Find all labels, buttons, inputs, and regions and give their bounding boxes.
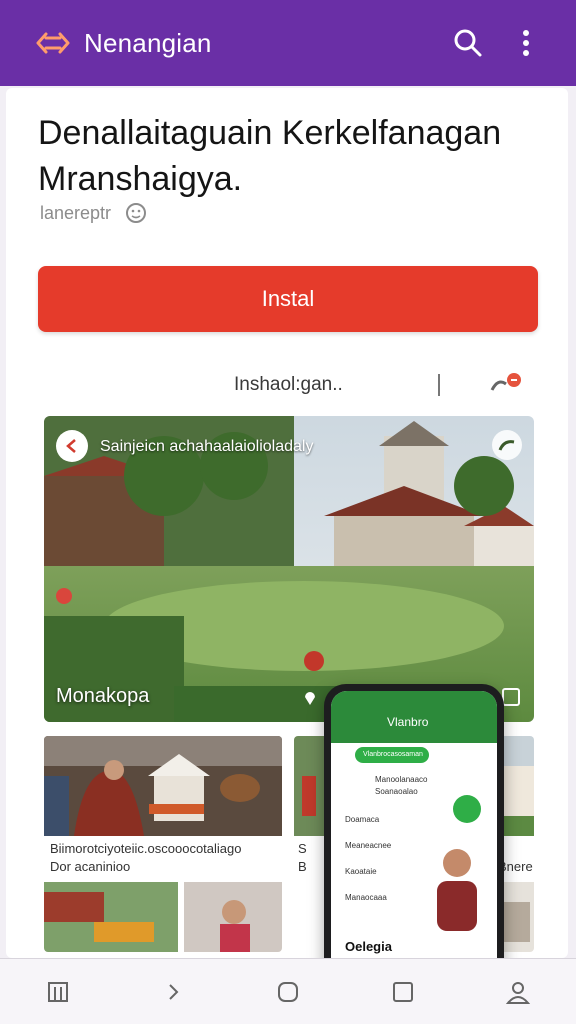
home-circle-icon[interactable] <box>268 972 308 1012</box>
smiley-icon[interactable] <box>125 202 147 224</box>
square-icon[interactable] <box>383 972 423 1012</box>
back-icon[interactable] <box>56 430 88 462</box>
app-bar: Nenangian <box>0 0 576 86</box>
phone-app-bar: Vlanbro <box>331 691 497 743</box>
meta-text: lanereptr <box>40 202 112 223</box>
subrow-divider <box>438 374 440 396</box>
share-badge-icon[interactable] <box>490 370 524 398</box>
share-icon[interactable] <box>492 430 522 460</box>
phone-fab[interactable] <box>453 795 481 823</box>
location-pin-icon <box>302 690 318 706</box>
phone-brand: Oelegia <box>345 939 392 954</box>
phone-row: Manaocaaa <box>345 893 387 902</box>
phone-row: Meaneacnee <box>345 841 392 850</box>
phone-mockup: Vlanbro Vlanbrocasosaman Manoolanaaco So… <box>324 684 504 958</box>
hero-caption: Sainjeicn achahaalaiolioladaly <box>100 438 314 455</box>
hero-label: Monakopa <box>56 685 150 707</box>
brand-icon[interactable] <box>34 28 72 58</box>
subrow-text: Inshaol:gan.. <box>234 374 343 395</box>
phone-screen: Vlanbro Vlanbrocasosaman Manoolanaaco So… <box>331 691 497 958</box>
install-button[interactable]: Instal <box>38 266 538 332</box>
hero-image[interactable]: Sainjeicn achahaalaiolioladaly Monakopa <box>44 416 534 722</box>
listing-headline: Denallaitaguain Kerkelfanagan Mranshaigy… <box>38 114 502 198</box>
profile-icon[interactable] <box>498 972 538 1012</box>
phone-title: Vlanbro <box>387 715 429 729</box>
phone-person-image <box>437 849 477 931</box>
tile-text-3: S <box>298 841 307 856</box>
listing-card: Denallaitaguain Kerkelfanagan Mranshaigy… <box>6 88 568 958</box>
library-icon[interactable] <box>38 972 78 1012</box>
phone-row: Soanaoalao <box>375 787 418 796</box>
phone-chip[interactable]: Vlanbrocasosaman <box>355 747 429 763</box>
bottom-navigation <box>0 958 576 1024</box>
gallery-tile[interactable]: Biimorotciyoteiic.oscooocotaliago Dor ac… <box>44 736 282 952</box>
tile-text-4: B <box>298 859 307 874</box>
expand-icon[interactable] <box>502 688 520 706</box>
chevron-right-icon[interactable] <box>153 972 193 1012</box>
app-title: Nenangian <box>84 27 212 58</box>
search-icon[interactable] <box>446 21 490 65</box>
more-vert-icon[interactable] <box>504 21 548 65</box>
phone-row: Kaoataie <box>345 867 377 876</box>
tile-text-2: Dor acaninioo <box>50 859 131 874</box>
tile-text-1: Biimorotciyoteiic.oscooocotaliago <box>50 841 242 856</box>
phone-row: Doamaca <box>345 815 380 824</box>
listing-meta: lanereptr <box>40 202 147 224</box>
phone-row: Manoolanaaco <box>375 775 428 784</box>
